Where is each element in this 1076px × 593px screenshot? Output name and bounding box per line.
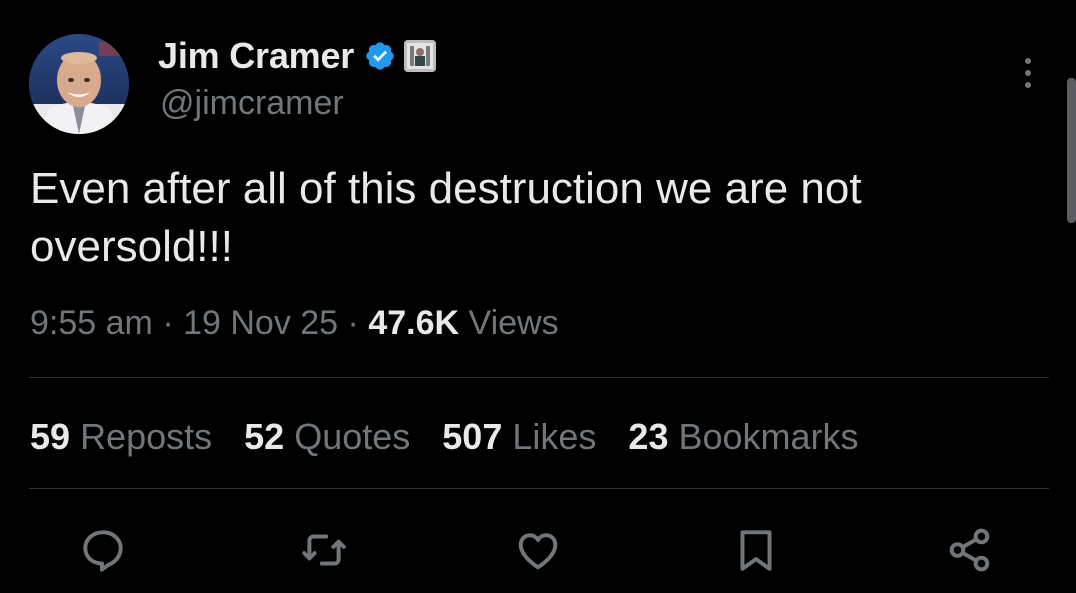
author-name-row: Jim Cramer bbox=[158, 35, 437, 77]
quotes-count: 52 bbox=[244, 416, 285, 457]
reposts-stat[interactable]: 59 Reposts bbox=[30, 414, 212, 460]
views-count: 47.6K bbox=[368, 304, 460, 342]
likes-count: 507 bbox=[442, 416, 503, 457]
reposts-count: 59 bbox=[30, 416, 71, 457]
meta-separator: · bbox=[162, 304, 174, 342]
profile-avatar[interactable] bbox=[29, 34, 129, 134]
divider bbox=[29, 488, 1049, 489]
author-handle[interactable]: @jimcramer bbox=[160, 84, 344, 123]
engagement-stats: 59 Reposts 52 Quotes 507 Likes 23 Bookma… bbox=[30, 414, 891, 460]
share-icon[interactable] bbox=[945, 525, 995, 575]
divider bbox=[29, 377, 1049, 378]
likes-label: Likes bbox=[512, 416, 597, 457]
affiliate-badge-icon[interactable] bbox=[404, 40, 437, 72]
tweet-detail: Jim Cramer @jimcramer Even after all of … bbox=[0, 0, 1076, 593]
bookmarks-label: Bookmarks bbox=[678, 416, 859, 457]
like-icon[interactable] bbox=[513, 525, 563, 575]
likes-stat[interactable]: 507 Likes bbox=[442, 414, 596, 460]
scrollbar[interactable] bbox=[1067, 78, 1076, 223]
bookmarks-count: 23 bbox=[628, 416, 669, 457]
post-time[interactable]: 9:55 am bbox=[30, 304, 153, 342]
bookmarks-stat[interactable]: 23 Bookmarks bbox=[628, 414, 858, 460]
reply-icon[interactable] bbox=[78, 525, 128, 575]
repost-icon[interactable] bbox=[299, 525, 349, 575]
reposts-label: Reposts bbox=[80, 416, 213, 457]
verified-badge-icon[interactable] bbox=[364, 40, 396, 72]
quotes-label: Quotes bbox=[294, 416, 411, 457]
views-label: Views bbox=[468, 304, 559, 342]
bookmark-icon[interactable] bbox=[731, 525, 781, 575]
post-date[interactable]: 19 Nov 25 bbox=[183, 304, 338, 342]
quotes-stat[interactable]: 52 Quotes bbox=[244, 414, 410, 460]
post-meta: 9:55 am · 19 Nov 25 · 47.6K Views bbox=[30, 300, 559, 346]
meta-separator: · bbox=[347, 304, 359, 342]
post-text: Even after all of this destruction we ar… bbox=[30, 164, 862, 271]
more-options-icon[interactable] bbox=[1016, 54, 1040, 94]
author-display-name[interactable]: Jim Cramer bbox=[158, 35, 354, 77]
